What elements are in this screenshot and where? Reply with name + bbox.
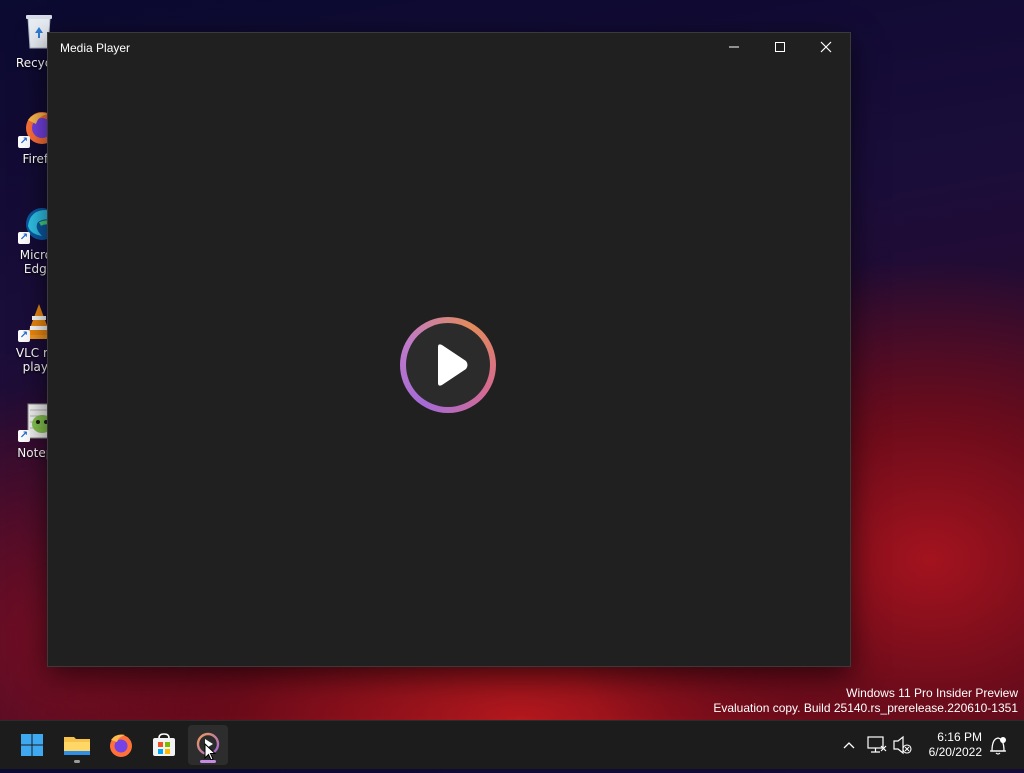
maximize-button[interactable] (757, 33, 803, 65)
watermark-line-2: Evaluation copy. Build 25140.rs_prerelea… (713, 701, 1018, 715)
watermark-line-1: Windows 11 Pro Insider Preview (846, 686, 1018, 700)
close-icon (820, 41, 832, 53)
notification-icon (990, 737, 1006, 755)
taskbar-microsoft-store[interactable] (144, 725, 184, 765)
mouse-cursor-icon (204, 743, 217, 761)
taskbar-file-explorer[interactable] (57, 725, 97, 765)
network-icon (867, 736, 887, 753)
store-icon (153, 733, 175, 756)
taskbar: 6:16 PM 6/20/2022 (0, 720, 1024, 769)
taskbar-media-player[interactable] (188, 725, 228, 765)
evaluation-watermark: Windows 11 Pro Insider Preview Evaluatio… (713, 686, 1018, 716)
minimize-icon (729, 46, 739, 48)
play-button[interactable] (400, 317, 496, 413)
volume-muted-icon (893, 735, 912, 755)
maximize-icon (775, 42, 785, 52)
shortcut-arrow-icon: ↗ (18, 232, 30, 244)
window-titlebar[interactable]: Media Player (48, 33, 850, 65)
clock-time: 6:16 PM (937, 730, 982, 744)
running-indicator (74, 760, 80, 763)
start-button[interactable] (12, 725, 52, 765)
running-indicator (200, 760, 216, 763)
window-title: Media Player (60, 41, 131, 55)
volume-button[interactable] (890, 721, 914, 769)
network-status-button[interactable] (864, 721, 888, 769)
clock-date: 6/20/2022 (928, 745, 982, 759)
minimize-button[interactable] (711, 33, 757, 65)
shortcut-arrow-icon: ↗ (18, 430, 30, 442)
chevron-up-icon (843, 742, 855, 749)
shortcut-arrow-icon: ↗ (18, 330, 30, 342)
taskbar-firefox[interactable] (101, 725, 141, 765)
windows-start-icon (21, 734, 43, 756)
shortcut-arrow-icon: ↗ (18, 136, 30, 148)
firefox-icon (110, 734, 132, 757)
media-player-window: Media Player (47, 32, 851, 667)
play-button-face (406, 323, 490, 407)
notification-center-button[interactable] (986, 721, 1010, 769)
play-icon (438, 344, 468, 386)
close-button[interactable] (803, 33, 849, 65)
clock[interactable]: 6:16 PM 6/20/2022 (929, 730, 982, 760)
show-hidden-icons-button[interactable] (838, 721, 860, 769)
folder-icon (64, 737, 90, 755)
